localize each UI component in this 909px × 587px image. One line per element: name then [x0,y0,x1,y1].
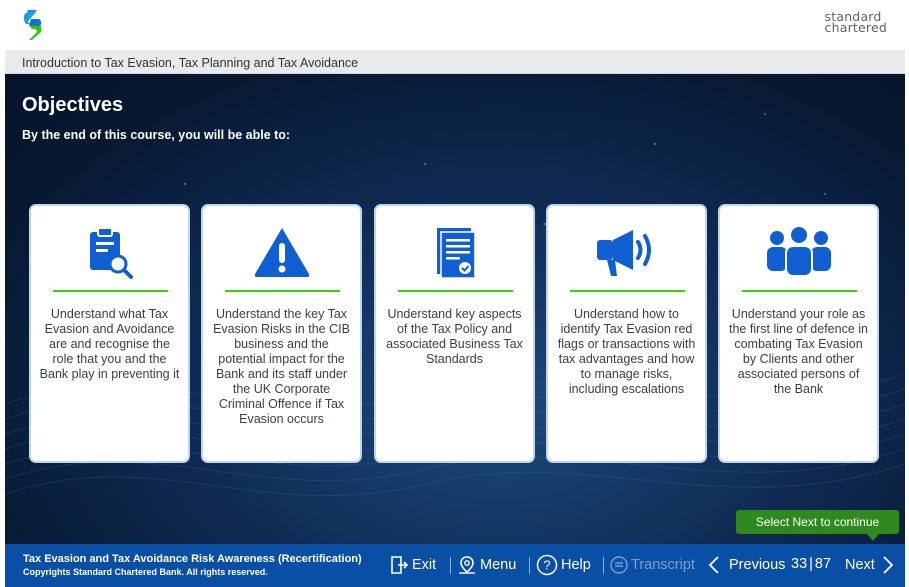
card-divider [570,290,685,292]
objective-card-5: Understand your role as the first line o… [718,204,879,463]
exit-icon [391,556,409,574]
page-divider: | [809,556,813,572]
next-label: Next [845,557,875,573]
transcript-button[interactable]: Transcript [610,554,695,576]
exit-button[interactable]: Exit [389,554,436,576]
standard-chartered-logo [24,10,42,40]
objective-text: Understand what Tax Evasion and Avoidanc… [39,307,180,381]
map-pin-icon [459,556,475,574]
card-divider [742,290,857,292]
course-title: Introduction to Tax Evasion, Tax Plannin… [22,56,359,70]
chevron-left-icon [708,556,719,574]
page-subtitle: By the end of this course, you will be a… [22,128,291,142]
previous-label: Previous [729,557,786,573]
objective-text: Understand how to identify Tax Evasion r… [557,307,696,396]
page-total: 87 [814,556,832,572]
next-hint-tooltip: Select Next to continue [736,510,899,534]
footer-separator [603,557,604,574]
chevron-right-icon [883,556,894,574]
help-label: Help [561,557,591,573]
help-icon: ? [536,554,558,576]
page-counter: 33 | 87 [791,556,831,572]
exit-label: Exit [412,557,437,573]
objective-card-4: Understand how to identify Tax Evasion r… [546,204,707,463]
transcript-label: Transcript [631,557,695,573]
page-current: 33 [791,556,808,572]
course-title-bar: Introduction to Tax Evasion, Tax Plannin… [5,50,905,74]
slide-content: Objectives By the end of this course, yo… [5,74,905,544]
page-title: Objectives [22,94,124,116]
footer-separator [450,557,451,574]
player-footer: Tax Evasion and Tax Avoidance Risk Aware… [5,544,905,587]
footer-course-title: Tax Evasion and Tax Avoidance Risk Aware… [23,553,362,565]
menu-label: Menu [480,557,517,573]
help-button[interactable]: ? Help [536,554,591,576]
document-check-icon [376,224,533,280]
svg-text:?: ? [543,558,550,573]
card-divider [53,290,168,292]
card-divider [225,290,340,292]
previous-button[interactable]: Previous [707,554,785,576]
course-player: standard chartered Introduction to Tax E… [0,0,909,587]
header: standard chartered [0,0,909,50]
transcript-icon [610,556,628,574]
next-button[interactable]: Next [845,554,898,576]
objective-card-2: Understand the key Tax Evasion Risks in … [201,204,362,463]
clipboard-search-icon [31,224,188,280]
footer-copyright: Copyrights Standard Chartered Bank. All … [23,567,268,577]
objective-text: Understand the key Tax Evasion Risks in … [213,307,350,426]
brand-line-2: chartered [824,20,887,35]
people-group-icon [720,224,877,280]
menu-button[interactable]: Menu [457,554,516,576]
megaphone-icon [548,224,705,280]
brand-wordmark: standard chartered [824,10,887,35]
objective-card-1: Understand what Tax Evasion and Avoidanc… [29,204,190,463]
footer-separator [529,557,530,574]
objective-text: Understand key aspects of the Tax Policy… [386,307,523,366]
warning-icon [203,224,360,280]
objective-text: Understand your role as the first line o… [729,307,868,396]
card-divider [398,290,513,292]
hint-arrow [867,534,879,541]
objective-card-3: Understand key aspects of the Tax Policy… [374,204,535,463]
